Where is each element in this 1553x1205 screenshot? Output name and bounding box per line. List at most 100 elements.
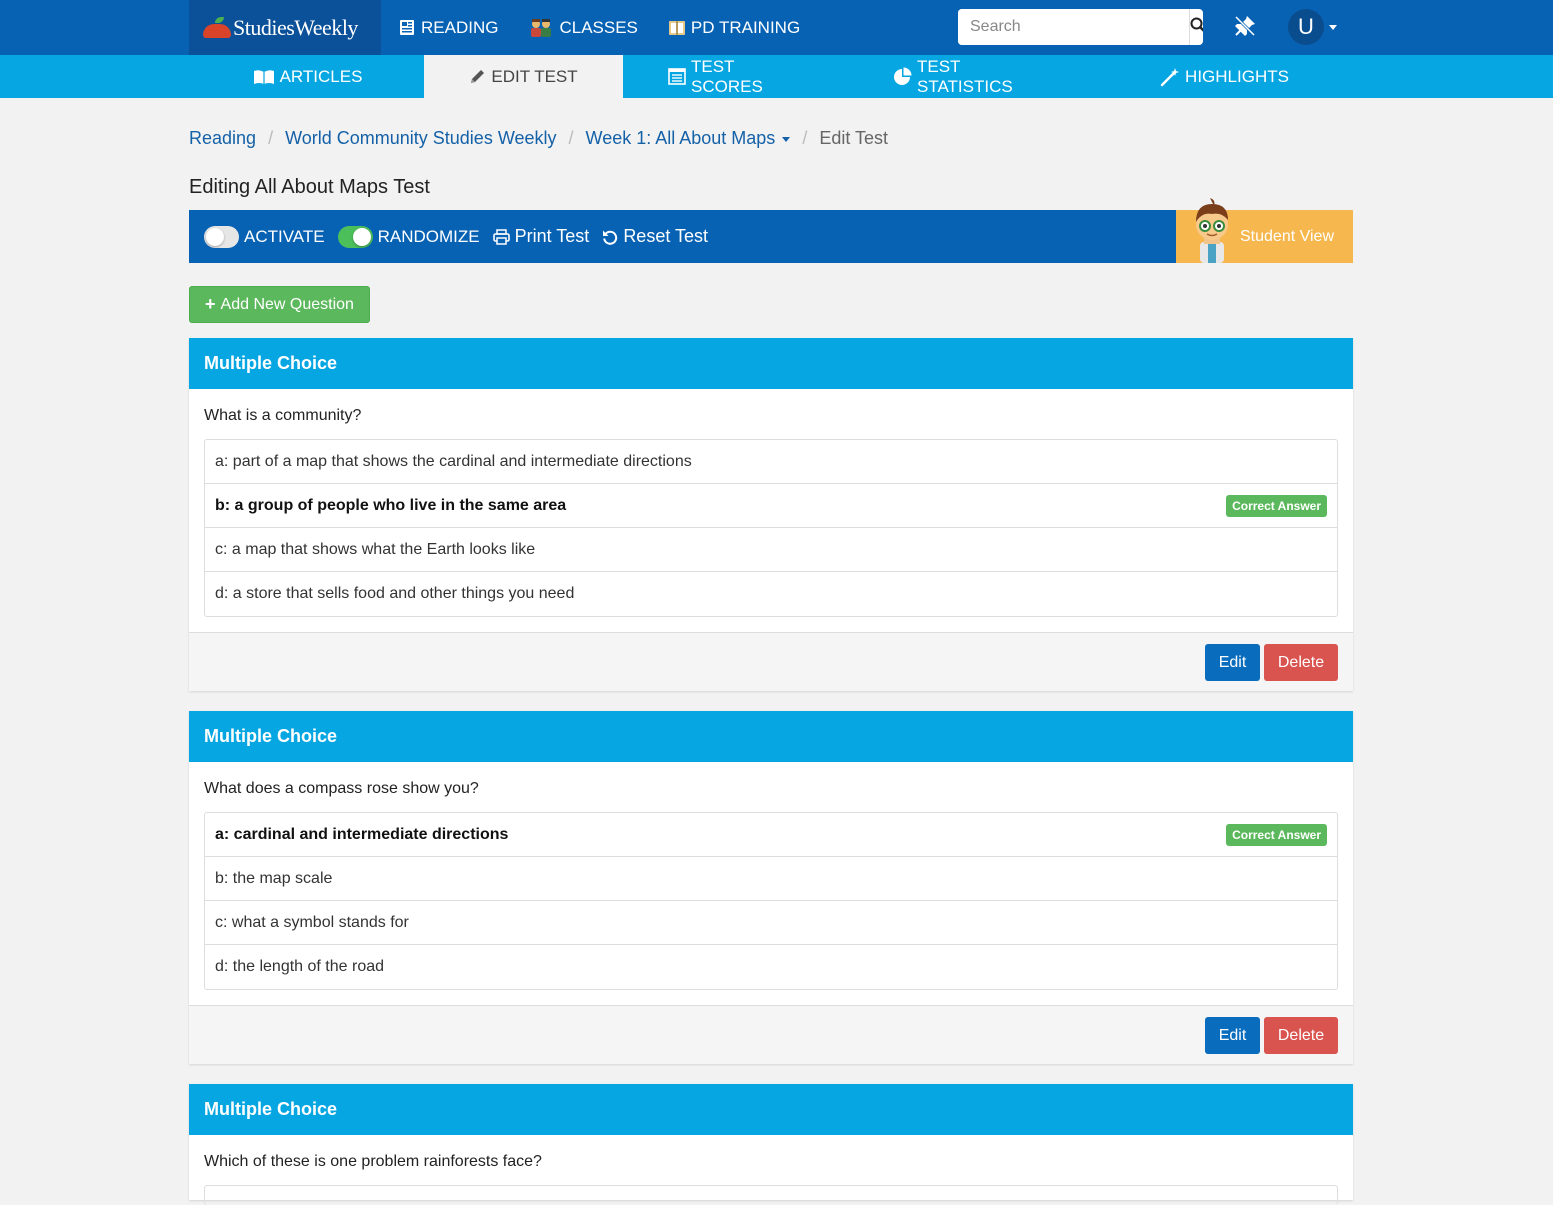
- print-test-button[interactable]: Print Test: [492, 226, 590, 247]
- answer-option: b: the map scale: [205, 857, 1337, 901]
- tab-highlights[interactable]: HIGHLIGHTS: [1160, 55, 1289, 98]
- question-panel: Multiple Choice Which of these is one pr…: [189, 1084, 1353, 1205]
- breadcrumb-publication[interactable]: World Community Studies Weekly: [285, 128, 556, 149]
- print-test-label: Print Test: [514, 226, 590, 246]
- reset-test-label: Reset Test: [623, 226, 709, 246]
- nav-pd-training-label: PD TRAINING: [690, 17, 801, 37]
- tab-test-statistics[interactable]: TEST STATISTICS: [892, 55, 1052, 98]
- undo-icon: [602, 229, 618, 245]
- search-button[interactable]: [1189, 9, 1203, 45]
- magic-wand-icon: [1160, 67, 1180, 87]
- add-new-question-label: Add New Question: [220, 295, 354, 313]
- book-icon: [668, 19, 686, 37]
- toggle-knob: [206, 227, 224, 246]
- user-avatar[interactable]: U: [1288, 9, 1324, 45]
- answer-option: d: the length of the road: [205, 945, 1337, 989]
- answer-option-text: d: the length of the road: [215, 958, 385, 975]
- answer-option-text: b: a group of people who live in the sam…: [215, 496, 567, 514]
- question-type-header: Multiple Choice: [189, 338, 1353, 389]
- answer-option-text: d: a store that sells food and other thi…: [215, 585, 575, 602]
- answer-option-text: a: part of a map that shows the cardinal…: [215, 452, 692, 470]
- tab-highlights-label: HIGHLIGHTS: [1185, 66, 1289, 86]
- answer-option: d: a store that sells food and other thi…: [205, 572, 1337, 616]
- newspaper-icon: [398, 19, 416, 37]
- edit-question-button[interactable]: Edit: [1205, 1017, 1260, 1054]
- question-text: Which of these is one problem rainforest…: [204, 1153, 542, 1170]
- open-book-icon: [253, 69, 275, 85]
- answer-option: c: what a symbol stands for: [205, 901, 1337, 945]
- answer-option-text: c: what a symbol stands for: [215, 913, 409, 931]
- breadcrumb-reading[interactable]: Reading: [189, 128, 256, 149]
- answer-options: a: part of a map that shows the cardinal…: [204, 439, 1338, 617]
- question-text: What is a community?: [204, 407, 362, 424]
- tab-test-statistics-label: TEST STATISTICS: [917, 56, 1013, 96]
- answer-option-text: b: the map scale: [215, 869, 333, 887]
- add-new-question-button[interactable]: + Add New Question: [189, 286, 370, 323]
- chevron-down-icon[interactable]: [1329, 25, 1337, 30]
- question-text: What does a compass rose show you?: [204, 780, 479, 797]
- edit-question-button[interactable]: Edit: [1205, 644, 1260, 681]
- answer-options: [204, 1185, 1338, 1205]
- student-view-label: Student View: [1240, 228, 1334, 245]
- page-title: Editing All About Maps Test: [189, 176, 430, 198]
- breadcrumb-separator: /: [568, 128, 574, 148]
- printer-icon: [492, 228, 510, 245]
- breadcrumb: Reading / World Community Studies Weekly…: [189, 128, 888, 149]
- search-input[interactable]: [958, 9, 1189, 45]
- main-nav: READING CLASSES PD TRAINING: [398, 0, 830, 55]
- answer-option-correct: b: a group of people who live in the sam…: [205, 484, 1337, 528]
- answer-options: a: cardinal and intermediate directions C…: [204, 812, 1338, 990]
- nav-pd-training[interactable]: PD TRAINING: [668, 18, 800, 38]
- student-view-button[interactable]: Student View: [1176, 198, 1353, 263]
- activate-toggle[interactable]: [204, 225, 239, 248]
- nav-classes[interactable]: CLASSES: [528, 17, 638, 38]
- caret-down-icon: [782, 136, 791, 142]
- correct-answer-badge: Correct Answer: [1226, 824, 1327, 846]
- breadcrumb-week-label: Week 1: All About Maps: [585, 128, 776, 148]
- activate-label: ACTIVATE: [244, 226, 325, 246]
- sub-navbar: ARTICLES EDIT TEST TEST SCORES TEST STAT…: [0, 55, 1553, 98]
- list-icon: [668, 68, 686, 85]
- delete-question-button[interactable]: Delete: [1264, 644, 1338, 681]
- question-type-header: Multiple Choice: [189, 1084, 1353, 1135]
- question-footer: Edit Delete: [189, 1005, 1353, 1064]
- pin-off-icon: [1233, 14, 1257, 43]
- answer-option: c: a map that shows what the Earth looks…: [205, 528, 1337, 572]
- answer-option: a: part of a map that shows the cardinal…: [205, 440, 1337, 484]
- breadcrumb-week[interactable]: Week 1: All About Maps: [586, 128, 791, 149]
- question-panel: Multiple Choice What does a compass rose…: [189, 711, 1353, 1064]
- breadcrumb-separator: /: [268, 128, 274, 148]
- tab-test-scores-label: TEST SCORES: [691, 56, 763, 96]
- plus-icon: +: [205, 294, 216, 314]
- nav-reading[interactable]: READING: [398, 18, 498, 38]
- tab-articles[interactable]: ARTICLES: [253, 55, 363, 98]
- question-type-header: Multiple Choice: [189, 711, 1353, 762]
- search-icon: [1190, 17, 1203, 38]
- tab-articles-label: ARTICLES: [279, 66, 363, 86]
- answer-option-text: a: cardinal and intermediate directions: [215, 825, 509, 843]
- breadcrumb-current: Edit Test: [819, 128, 889, 148]
- test-toolbar: ACTIVATE RANDOMIZE Print Test Reset Test: [189, 210, 1176, 263]
- brand-name: StudiesWeekly: [233, 14, 358, 40]
- classes-icon: [528, 18, 554, 37]
- tab-edit-test-label: EDIT TEST: [491, 66, 578, 86]
- nav-classes-label: CLASSES: [559, 17, 638, 37]
- toggle-knob: [352, 227, 371, 246]
- pin-off-button[interactable]: [1232, 14, 1258, 43]
- apple-icon: [203, 16, 231, 38]
- answer-option-correct: a: cardinal and intermediate directions C…: [205, 813, 1337, 857]
- tab-edit-test[interactable]: EDIT TEST: [424, 55, 623, 98]
- randomize-toggle[interactable]: [337, 225, 373, 248]
- student-character-icon: [1188, 198, 1236, 268]
- correct-answer-badge: Correct Answer: [1226, 495, 1327, 517]
- brand-logo[interactable]: StudiesWeekly: [189, 0, 381, 55]
- randomize-label: RANDOMIZE: [377, 226, 480, 246]
- delete-question-button[interactable]: Delete: [1264, 1017, 1338, 1054]
- nav-reading-label: READING: [421, 17, 499, 37]
- reset-test-button[interactable]: Reset Test: [602, 226, 708, 247]
- pie-chart-icon: [892, 67, 912, 87]
- tab-test-scores[interactable]: TEST SCORES: [668, 55, 803, 98]
- search-box: [958, 9, 1203, 45]
- pencil-icon: [469, 68, 486, 85]
- breadcrumb-separator: /: [802, 128, 808, 148]
